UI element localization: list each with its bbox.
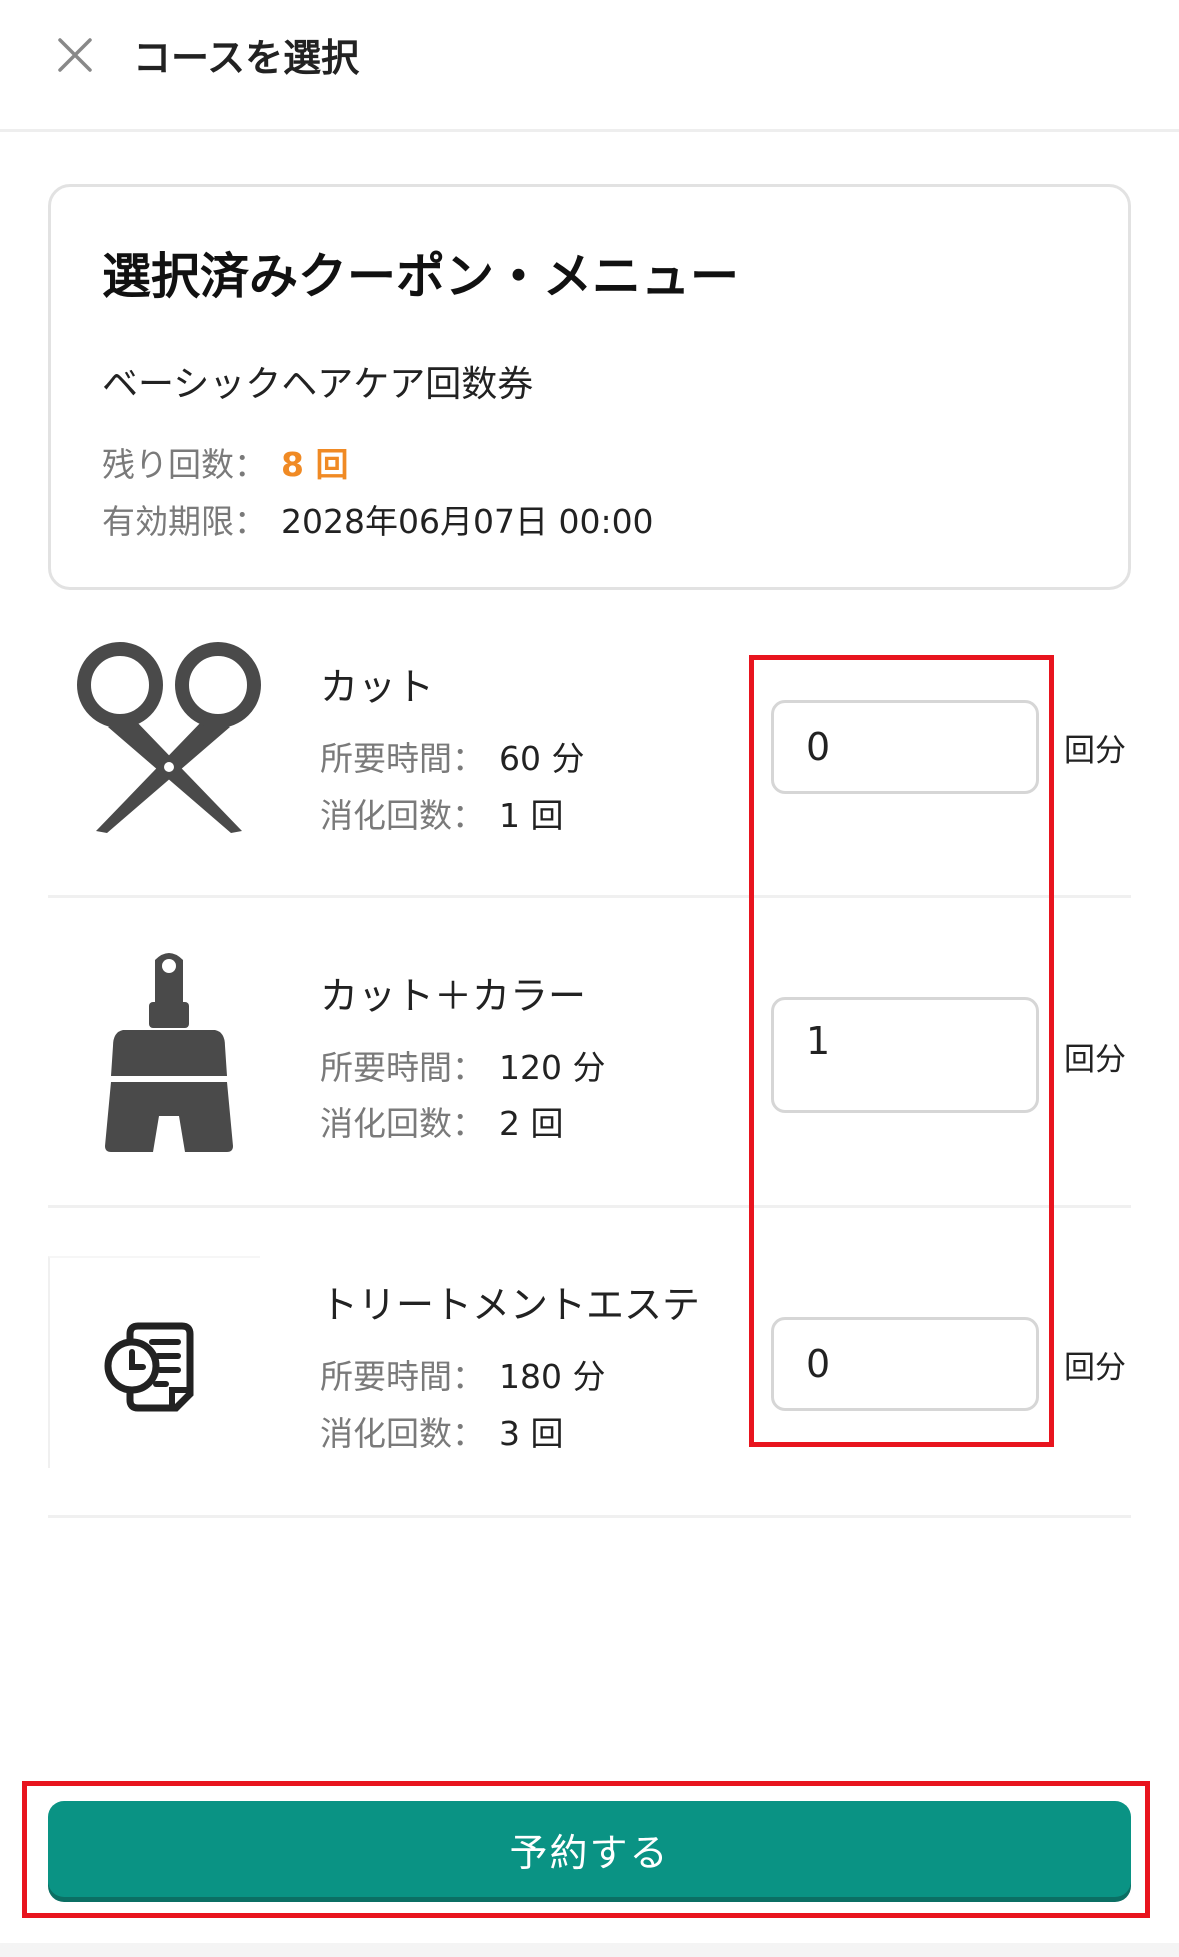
reserve-button[interactable]: 予約する	[48, 1801, 1131, 1897]
quantity-unit: 回分	[1064, 1042, 1126, 1078]
header-bar: コースを選択	[0, 0, 1179, 132]
expiry-row: 有効期限： 2028年06月07日 00:00	[102, 498, 654, 546]
duration-value: 180 分	[499, 1357, 606, 1396]
selected-coupon-heading: 選択済みクーポン・メニュー	[102, 248, 740, 305]
quantity-input-cut-color[interactable]	[771, 997, 1039, 1113]
quantity-unit: 回分	[1064, 733, 1126, 769]
menu-item-icon	[64, 948, 274, 1158]
remaining-count-row: 残り回数： 8 回	[102, 441, 348, 489]
bottom-edge	[0, 1943, 1179, 1957]
quantity-input-treatment[interactable]	[771, 1317, 1039, 1411]
menu-item-duration: 所要時間： 180 分	[320, 1353, 605, 1401]
duration-value: 120 分	[499, 1048, 606, 1087]
menu-item-treatment: トリートメントエステ 所要時間： 180 分 消化回数： 3 回 回分	[48, 1210, 1131, 1518]
remaining-count-value: 8 回	[281, 445, 349, 484]
coupon-name: ベーシックヘアケア回数券	[102, 364, 534, 405]
consume-label: 消化回数：	[320, 796, 485, 835]
quantity-unit: 回分	[1064, 1350, 1126, 1386]
quantity-input-cut[interactable]	[771, 700, 1039, 794]
menu-item-consume: 消化回数： 2 回	[320, 1100, 564, 1148]
consume-value: 3 回	[499, 1414, 564, 1453]
treatment-icon	[104, 1322, 194, 1412]
consume-label: 消化回数：	[320, 1414, 485, 1453]
menu-item-cut-color: カット＋カラー 所要時間： 120 分 消化回数： 2 回 回分	[48, 900, 1131, 1208]
menu-item-cut: カット 所要時間： 60 分 消化回数： 1 回 回分	[48, 590, 1131, 898]
duration-label: 所要時間：	[320, 739, 485, 778]
brush-icon	[105, 953, 233, 1152]
menu-item-duration: 所要時間： 120 分	[320, 1044, 605, 1092]
scissors-icon	[77, 642, 261, 833]
menu-item-icon	[64, 630, 274, 840]
expiry-value: 2028年06月07日 00:00	[281, 502, 654, 541]
consume-label: 消化回数：	[320, 1104, 485, 1143]
menu-item-name: カット＋カラー	[320, 974, 587, 1018]
menu-item-consume: 消化回数： 1 回	[320, 792, 564, 840]
menu-item-name: トリートメントエステ	[320, 1283, 701, 1327]
duration-label: 所要時間：	[320, 1048, 485, 1087]
expiry-label: 有効期限：	[102, 502, 267, 541]
consume-value: 2 回	[499, 1104, 564, 1143]
close-icon[interactable]	[55, 35, 95, 75]
menu-item-consume: 消化回数： 3 回	[320, 1410, 564, 1458]
menu-item-icon	[48, 1256, 260, 1468]
close-button[interactable]	[50, 30, 100, 80]
selected-coupon-card: 選択済みクーポン・メニュー ベーシックヘアケア回数券 残り回数： 8 回 有効期限…	[48, 184, 1131, 590]
consume-value: 1 回	[499, 796, 564, 835]
duration-value: 60 分	[499, 739, 585, 778]
remaining-count-label: 残り回数：	[102, 445, 267, 484]
menu-item-duration: 所要時間： 60 分	[320, 735, 584, 783]
menu-item-name: カット	[320, 665, 435, 709]
duration-label: 所要時間：	[320, 1357, 485, 1396]
page-title: コースを選択	[133, 36, 360, 80]
